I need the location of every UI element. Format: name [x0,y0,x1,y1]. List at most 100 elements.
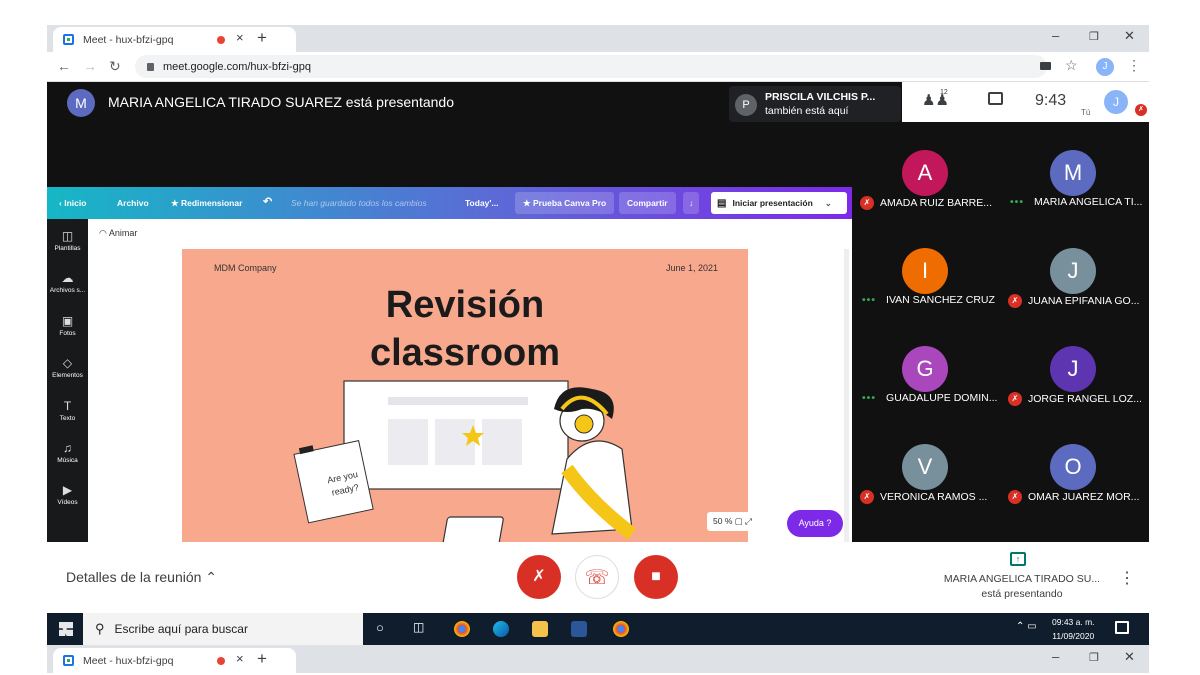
meet-top-panel: ♟♟ 12 9:43 Tú J ✗ [902,82,1149,122]
tray-chevron-icon[interactable]: ⌃ ▭ [1016,621,1037,632]
download-icon[interactable]: ↓ [683,192,700,214]
url-field[interactable]: meet.google.com/hux-bfzi-gpq [135,55,1047,78]
windows-taskbar: ⚲ Escribe aquí para buscar ○ ◫ ⌃ ▭ 09:43… [47,613,1149,645]
participant-avatar: M [1050,150,1096,196]
canva-home-link[interactable]: ‹ Inicio [59,198,86,208]
text-icon: T [63,399,72,413]
chat-icon[interactable] [988,92,1003,105]
taskbar-clock[interactable]: 09:43 a. m. 11/09/2020 [1052,615,1095,643]
sidebar-item-texto[interactable]: T Texto [47,399,88,422]
mic-off-icon: ✗ [1008,392,1022,406]
canva-file-menu[interactable]: Archivo [117,198,149,208]
restore-icon[interactable]: ❐ [1089,651,1099,664]
present-button[interactable]: ▤ Iniciar presentación ⌄ [711,192,847,214]
slide-date: June 1, 2021 [666,263,719,273]
presenting-pill[interactable]: MARIA ANGELICA TIRADO SU... está present… [927,572,1117,602]
lock-icon [147,62,154,71]
participant-tile[interactable]: G ••• GUADALUPE DOMIN... [852,318,1000,416]
windows-start-icon[interactable] [59,622,73,636]
forward-icon[interactable]: → [83,58,97,74]
self-avatar: J [1104,90,1128,114]
tab-title: Meet - hux-bfzi-gpq [83,654,174,667]
bookmark-star-icon[interactable]: ☆ [1065,57,1078,74]
canva-toolbar: ‹ Inicio Archivo ★ Redimensionar ↶ Se ha… [47,187,852,219]
restore-icon[interactable]: ❐ [1089,30,1099,43]
sidebar-item-archivos[interactable]: ☁ Archivos s... [47,271,88,294]
speaking-dots-icon: ••• [1010,196,1025,208]
sidebar-item-elementos[interactable]: ◇ Elementos [47,356,88,379]
file-explorer-icon[interactable] [532,621,548,637]
participant-avatar: G [902,346,948,392]
share-button[interactable]: Compartir [619,192,676,214]
close-window-icon[interactable]: ✕ [1124,649,1135,665]
animate-button[interactable]: ◠ Animar [99,228,137,239]
participant-tile[interactable]: A ✗ AMADA RUIZ BARRE... [852,122,1000,220]
slide-canvas[interactable]: MDM Company June 1, 2021 Revisión classr… [182,249,748,542]
present-icon: ▤ [717,197,727,209]
participant-name: MARIA ANGELICA TI... [1034,196,1143,208]
upload-cloud-icon: ☁ [61,271,74,285]
tab-close-button[interactable]: × [236,30,244,45]
participant-tile[interactable]: J ✗ JUANA EPIFANIA GO... [1000,220,1148,318]
also-here-avatar: P [735,94,757,116]
presenter-avatar: M [67,89,95,117]
cortana-icon[interactable]: ○ [376,620,384,635]
participant-tile[interactable]: I ••• IVAN SANCHEZ CRUZ [852,220,1000,318]
shared-screen-canva: ‹ Inicio Archivo ★ Redimensionar ↶ Se ha… [47,187,852,542]
canva-pro-button[interactable]: ★ Prueba Canva Pro [515,192,615,214]
self-label: Tú [1081,108,1091,117]
mic-toggle-button[interactable]: ✗ [517,555,561,599]
canva-sidebar: ◫ Plantillas ☁ Archivos s... ▣ Fotos ◇ Eleme… [47,219,88,542]
also-here-name: PRISCILA VILCHIS P... [765,91,876,103]
sidebar-item-fotos[interactable]: ▣ Fotos [47,314,88,337]
tab-title: Meet - hux-bfzi-gpq [83,33,174,46]
task-view-icon[interactable]: ◫ [413,620,424,634]
back-icon[interactable]: ← [57,58,71,74]
chrome-active-taskbar-icon[interactable] [613,621,629,637]
reload-icon[interactable]: ↻ [109,58,121,75]
taskbar-search-input[interactable]: ⚲ Escribe aquí para buscar [83,613,363,645]
participant-name: JORGE RANGEL LOZ... [1028,393,1142,405]
canvas-scrollbar[interactable] [844,249,849,542]
camera-toggle-button[interactable]: ■ [634,555,678,599]
edge-taskbar-icon[interactable] [493,621,509,637]
meet-favicon-icon [63,34,74,45]
slide-company: MDM Company [214,263,277,273]
participant-tile[interactable]: J ✗ JORGE RANGEL LOZ... [1000,318,1148,416]
minimize-icon[interactable]: – [1052,649,1059,664]
new-tab-button[interactable]: + [257,649,267,669]
search-icon: ⚲ [95,621,105,636]
design-title[interactable]: Today'... [465,198,499,208]
minimize-icon[interactable]: – [1052,28,1059,43]
new-tab-button[interactable]: + [257,28,267,48]
participant-name: JUANA EPIFANIA GO... [1028,295,1140,307]
canva-resize-menu[interactable]: ★ Redimensionar [171,198,242,209]
mic-off-icon: ✗ [532,568,546,585]
chevron-down-icon[interactable]: ⌄ [825,198,832,209]
notifications-icon[interactable] [1115,621,1129,634]
profile-avatar[interactable]: J [1096,58,1114,76]
mic-off-icon: ✗ [1008,490,1022,504]
participant-avatar: A [902,150,948,196]
sidebar-item-musica[interactable]: ♫ Música [47,441,88,464]
more-options-icon[interactable]: ⋮ [1119,568,1135,588]
participant-name: AMADA RUIZ BARRE... [880,197,993,209]
undo-icon[interactable]: ↶ [263,195,272,208]
zoom-level[interactable]: 50 % ▢ ⤢ [707,512,758,531]
sidebar-item-plantillas[interactable]: ◫ Plantillas [47,229,88,252]
close-window-icon[interactable]: ✕ [1124,28,1135,44]
participant-avatar: V [902,444,948,490]
help-button[interactable]: Ayuda ? [787,510,843,537]
participant-avatar: O [1050,444,1096,490]
meeting-details-toggle[interactable]: Detalles de la reunión ⌃ [66,569,217,586]
tab-close-button[interactable]: × [236,651,244,666]
word-taskbar-icon[interactable] [571,621,587,637]
sidebar-item-videos[interactable]: ▶ Vídeos [47,483,88,506]
camera-icon[interactable] [1040,62,1051,70]
participant-tile[interactable]: M ••• MARIA ANGELICA TI... [1000,122,1148,220]
participant-tile[interactable]: V ✗ VERONICA RAMOS ... [852,416,1000,514]
chrome-menu-icon[interactable]: ⋮ [1127,57,1141,74]
chrome-taskbar-icon[interactable] [454,621,470,637]
leave-call-button[interactable]: ☏ [575,555,619,599]
participant-tile[interactable]: O ✗ OMAR JUAREZ MOR... [1000,416,1148,514]
